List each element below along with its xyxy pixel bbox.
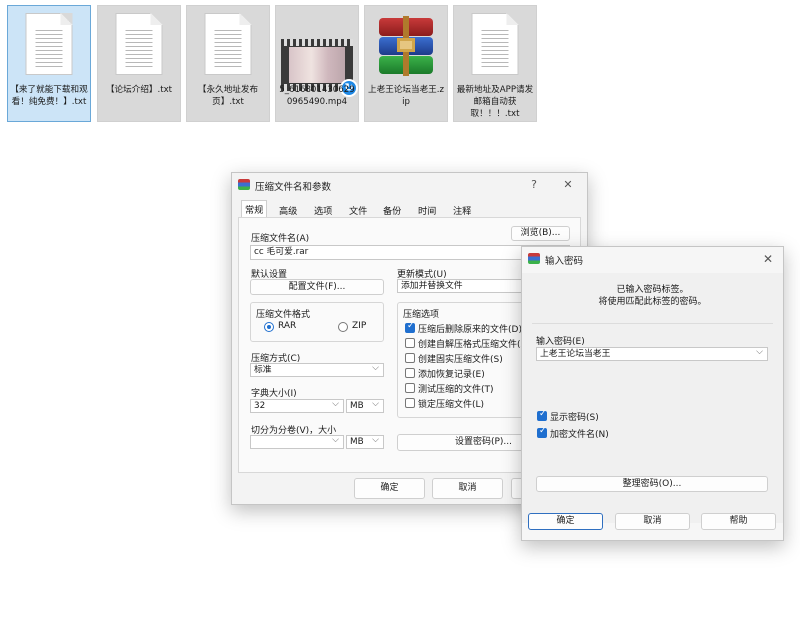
file-name: 最新地址及APP请发邮箱自动获取！！！.txt [456, 85, 534, 119]
format-zip-radio[interactable] [338, 322, 348, 332]
help-button[interactable]: 帮助 [701, 513, 776, 530]
ok-button[interactable]: 确定 [528, 513, 603, 530]
file-tile-2[interactable]: 【永久地址发布页】.txt [186, 5, 270, 122]
tab-bar: 常规 高级 选项 文件 备份 时间 注释 [238, 200, 581, 218]
tab-advanced[interactable]: 高级 [276, 202, 300, 218]
file-name: 【来了就能下载和观看！纯免费！】.txt [10, 85, 88, 107]
sfx-checkbox[interactable] [405, 338, 415, 348]
format-rar-label: RAR [278, 321, 297, 331]
delete-after-checkbox[interactable] [405, 321, 415, 333]
file-name: 【永久地址发布页】.txt [197, 85, 259, 107]
tab-time[interactable]: 时间 [415, 202, 439, 218]
file-tile-0[interactable]: 【来了就能下载和观看！纯免费！】.txt [7, 5, 91, 122]
text-file-icon [25, 13, 73, 75]
info-line-2: 将使用匹配此标签的密码。 [598, 297, 707, 307]
split-volume-input[interactable] [250, 435, 344, 449]
file-name: 5_6168014306290965490.mp4 [279, 85, 355, 107]
text-file-icon [471, 13, 519, 75]
recovery-record-checkbox[interactable] [405, 368, 415, 378]
password-label: 输入密码(E) [536, 337, 585, 347]
organize-passwords-button[interactable]: 整理密码(O)... [536, 476, 768, 492]
close-button[interactable]: ✕ [559, 176, 577, 194]
format-label: 压缩文件格式 [256, 310, 311, 320]
encrypt-filenames-label: 加密文件名(N) [550, 430, 609, 440]
titlebar: 输入密码 ✕ [522, 247, 783, 273]
file-tile-5[interactable]: 最新地址及APP请发邮箱自动获取！！！.txt [453, 5, 537, 122]
encrypt-filenames-checkbox[interactable] [537, 426, 547, 438]
show-password-checkbox[interactable] [537, 409, 547, 421]
format-rar-radio[interactable] [264, 322, 274, 332]
dictionary-label: 字典大小(I) [251, 389, 297, 399]
text-file-icon [204, 13, 252, 75]
tab-general[interactable]: 常规 [241, 200, 268, 217]
option-label: 锁定压缩文件(L) [418, 400, 485, 410]
method-select[interactable]: 标准 [250, 363, 384, 377]
option-label: 压缩后删除原来的文件(D) [418, 325, 522, 335]
help-title-button[interactable]: ? [525, 176, 543, 194]
titlebar: 压缩文件名和参数 ? ✕ [232, 173, 587, 197]
lock-archive-checkbox[interactable] [405, 398, 415, 408]
winrar-icon [238, 179, 250, 190]
options-label: 压缩选项 [403, 310, 440, 320]
tab-backup[interactable]: 备份 [380, 202, 404, 218]
ok-button[interactable]: 确定 [354, 478, 425, 499]
show-password-label: 显示密码(S) [550, 413, 599, 423]
archive-file-icon [375, 16, 437, 76]
text-file-icon [115, 13, 163, 75]
file-name: 【论坛介绍】.txt [105, 85, 173, 95]
file-tile-1[interactable]: 【论坛介绍】.txt [97, 5, 181, 122]
test-files-checkbox[interactable] [405, 383, 415, 393]
profiles-button[interactable]: 配置文件(F)... [250, 279, 384, 295]
format-zip-label: ZIP [352, 321, 367, 331]
password-input[interactable]: 上老王论坛当老王 [536, 347, 768, 361]
archive-name-label: 压缩文件名(A) [251, 234, 310, 244]
option-label: 测试压缩的文件(T) [418, 385, 494, 395]
tab-files[interactable]: 文件 [346, 202, 370, 218]
split-unit-select[interactable]: MB [346, 435, 384, 449]
password-dialog: 输入密码 ✕ 已输入密码标签。 将使用匹配此标签的密码。 输入密码(E) 上老王… [521, 246, 784, 541]
dictionary-select[interactable]: 32 [250, 399, 344, 413]
close-button[interactable]: ✕ [759, 250, 777, 268]
tab-options[interactable]: 选项 [311, 202, 335, 218]
option-label: 添加恢复记录(E) [418, 370, 485, 380]
winrar-icon [528, 253, 540, 264]
option-label: 创建自解压格式压缩文件(X) [418, 340, 531, 350]
option-label: 创建固实压缩文件(S) [418, 355, 503, 365]
solid-checkbox[interactable] [405, 353, 415, 363]
dialog-title: 压缩文件名和参数 [255, 182, 332, 193]
browse-button[interactable]: 浏览(B)... [511, 226, 570, 241]
file-tile-3[interactable]: ↻ 5_6168014306290965490.mp4 [275, 5, 359, 122]
dictionary-unit-select[interactable]: MB [346, 399, 384, 413]
dialog-title: 输入密码 [545, 256, 584, 267]
file-tile-4[interactable]: 上老王论坛当老王.zip [364, 5, 448, 122]
file-name: 上老王论坛当老王.zip [368, 85, 444, 107]
divider [532, 323, 773, 324]
tab-comment[interactable]: 注释 [450, 202, 474, 218]
cancel-button[interactable]: 取消 [615, 513, 690, 530]
cancel-button[interactable]: 取消 [432, 478, 503, 499]
